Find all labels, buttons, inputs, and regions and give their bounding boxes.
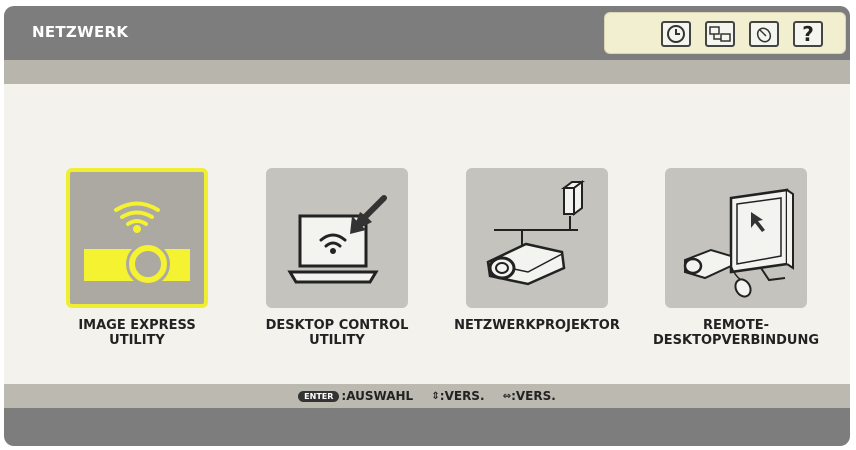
menu-content: IMAGE EXPRESS UTILITY DESKTOP CONTROL UT… bbox=[4, 84, 850, 384]
sub-header-strip bbox=[4, 60, 850, 84]
footer-help-bar: ENTER:AUSWAHL ⇕:VERS. ⇔:VERS. bbox=[4, 384, 850, 408]
page-title: NETZWERK bbox=[32, 23, 129, 41]
image-express-utility-tile[interactable] bbox=[66, 168, 208, 308]
header-icon-group: ? bbox=[604, 12, 846, 54]
image-express-utility-label: IMAGE EXPRESS UTILITY bbox=[78, 318, 196, 348]
remote-desktop-tile[interactable] bbox=[665, 168, 807, 308]
network-settings-icon[interactable] bbox=[705, 21, 735, 47]
select-help-text: :AUSWAHL bbox=[341, 389, 414, 403]
up-down-arrows-icon: ⇕ bbox=[431, 391, 440, 402]
laptop-wireless-icon bbox=[287, 195, 387, 284]
left-right-arrows-icon: ⇔ bbox=[502, 391, 512, 402]
desktop-control-utility-tile[interactable] bbox=[266, 168, 408, 308]
enter-key-icon: ENTER bbox=[298, 391, 340, 402]
clock-icon[interactable] bbox=[661, 21, 691, 47]
leftright-help-text: :VERS. bbox=[511, 389, 556, 403]
network-projector-icon bbox=[486, 180, 585, 286]
network-menu-window: NETZWERK ? IMAGE EXPRESS UTILITY DESKTOP… bbox=[4, 6, 850, 446]
wireless-projector-icon bbox=[84, 201, 190, 286]
remote-desktop-icon bbox=[683, 188, 794, 298]
help-line: ENTER:AUSWAHL ⇕:VERS. ⇔:VERS. bbox=[4, 389, 850, 403]
bottom-bar bbox=[4, 408, 850, 446]
updown-help-text: :VERS. bbox=[439, 389, 485, 403]
desktop-control-utility-label: DESKTOP CONTROL UTILITY bbox=[265, 318, 409, 348]
network-projector-label: NETZWERKPROJEKTOR bbox=[454, 318, 620, 333]
mouse-icon[interactable] bbox=[749, 21, 779, 47]
network-projector-tile[interactable] bbox=[466, 168, 608, 308]
header-bar: NETZWERK ? bbox=[4, 6, 850, 60]
remote-desktop-label: REMOTE- DESKTOPVERBINDUNG bbox=[652, 318, 820, 348]
help-icon[interactable]: ? bbox=[793, 21, 823, 47]
